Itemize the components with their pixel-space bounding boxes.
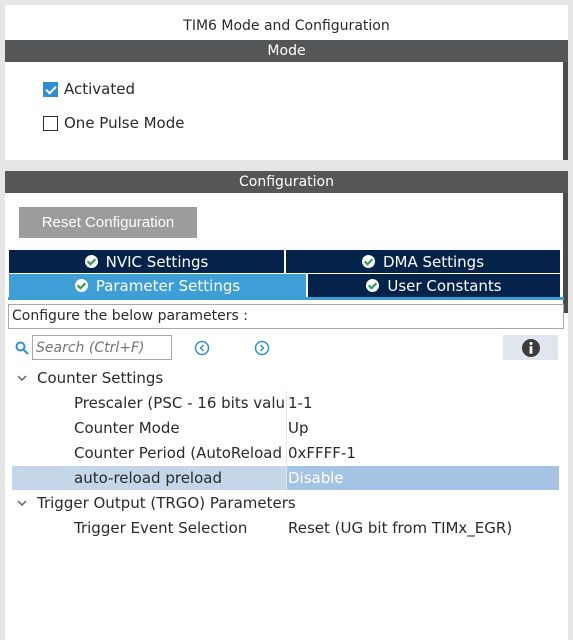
table-row[interactable]: Prescaler (PSC - 16 bits valu... 1-1: [0, 391, 560, 415]
tree-group-counter-settings[interactable]: Counter Settings: [12, 366, 559, 390]
search-input[interactable]: [32, 335, 172, 360]
tab-parameter-settings[interactable]: Parameter Settings: [9, 274, 306, 297]
group-label: Counter Settings: [37, 369, 164, 387]
check-circle-icon: [84, 255, 98, 268]
info-button[interactable]: [503, 335, 558, 360]
tab-divider: [8, 297, 564, 300]
activated-checkbox[interactable]: [43, 81, 58, 97]
param-value[interactable]: Disable: [288, 466, 344, 490]
chevron-down-icon[interactable]: [16, 372, 28, 384]
window-title: TIM6 Mode and Configuration: [183, 18, 390, 34]
param-name: Counter Period (AutoReload ...: [74, 444, 286, 462]
one-pulse-mode-checkbox[interactable]: [43, 115, 58, 131]
check-circle-icon: [74, 279, 88, 292]
tab-label: User Constants: [387, 276, 502, 295]
mode-panel: [5, 62, 568, 160]
tab-label: DMA Settings: [382, 252, 485, 271]
param-value[interactable]: Up: [288, 416, 309, 440]
one-pulse-mode-label: One Pulse Mode: [64, 114, 185, 132]
param-name: Prescaler (PSC - 16 bits valu...: [74, 394, 286, 412]
activated-label: Activated: [64, 80, 135, 98]
param-name: Trigger Event Selection: [74, 519, 248, 537]
table-row[interactable]: Counter Mode Up: [0, 416, 560, 440]
table-row[interactable]: Counter Period (AutoReload ... 0xFFFF-1: [0, 441, 560, 465]
tab-nvic-settings[interactable]: NVIC Settings: [9, 250, 284, 273]
info-icon: [521, 338, 540, 357]
reset-configuration-button[interactable]: Reset Configuration: [19, 207, 197, 238]
param-name: Counter Mode: [74, 419, 180, 437]
param-value[interactable]: 0xFFFF-1: [288, 441, 356, 465]
param-value[interactable]: 1-1: [288, 391, 313, 415]
tab-dma-settings[interactable]: DMA Settings: [286, 250, 560, 273]
activated-checkbox-row[interactable]: Activated: [43, 80, 135, 98]
mode-section-header: Mode: [5, 40, 568, 62]
title-bar: TIM6 Mode and Configuration: [5, 5, 568, 40]
check-circle-icon: [361, 255, 375, 268]
param-name: auto-reload preload: [74, 469, 222, 487]
configuration-section-header: Configuration: [5, 171, 568, 193]
chevron-down-icon[interactable]: [16, 497, 28, 509]
check-circle-icon: [366, 279, 380, 292]
table-row[interactable]: Trigger Event Selection Reset (UG bit fr…: [0, 516, 560, 540]
param-value[interactable]: Reset (UG bit from TIMx_EGR): [288, 516, 512, 540]
tree-group-trgo-parameters[interactable]: Trigger Output (TRGO) Parameters: [12, 491, 559, 515]
table-row-selected[interactable]: auto-reload preload Disable: [0, 466, 560, 490]
tab-label: NVIC Settings: [105, 252, 209, 271]
config-scrollbar[interactable]: [563, 193, 568, 313]
tab-user-constants[interactable]: User Constants: [308, 274, 560, 297]
tab-label: Parameter Settings: [95, 276, 241, 295]
scrollbar[interactable]: [563, 62, 568, 160]
chevron-right-circle-icon[interactable]: [254, 340, 270, 356]
group-label: Trigger Output (TRGO) Parameters: [37, 494, 296, 512]
search-icon[interactable]: [15, 341, 29, 355]
instructions-text: Configure the below parameters :: [8, 304, 564, 329]
chevron-left-circle-icon[interactable]: [194, 340, 210, 356]
one-pulse-mode-checkbox-row[interactable]: One Pulse Mode: [43, 114, 184, 132]
